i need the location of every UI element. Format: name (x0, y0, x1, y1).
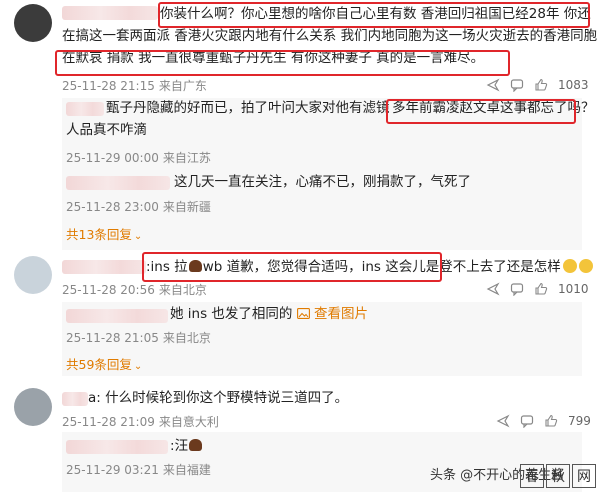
expand-label: 共13条回复 (66, 227, 132, 242)
highlight-box (55, 50, 510, 76)
sweat-face-emoji-icon (578, 259, 593, 273)
avatar[interactable] (14, 388, 52, 426)
reply-location: 来自新疆 (162, 200, 211, 214)
username-redacted[interactable] (66, 440, 168, 454)
comment-meta: 25-11-28 20:56 来自北京 (62, 282, 207, 298)
comment-icon[interactable] (510, 282, 524, 296)
action-bar: 1010 (486, 282, 589, 296)
share-icon[interactable] (486, 78, 500, 92)
username-redacted[interactable] (66, 102, 104, 116)
comment-meta: 25-11-28 21:15 来自广东 (62, 78, 207, 94)
username-redacted[interactable] (62, 260, 146, 274)
username-redacted[interactable] (62, 392, 88, 406)
sweat-face-emoji-icon (562, 259, 577, 273)
comment-meta: 25-11-28 21:09 来自意大利 (62, 414, 219, 430)
reply-text-part: 汪 (174, 438, 189, 454)
reply-meta: 25-11-29 03:21 来自福建 (66, 462, 211, 478)
reply-location: 来自江苏 (162, 151, 211, 165)
reply-meta: 25-11-28 21:05 来自北京 (66, 330, 211, 346)
username-redacted[interactable] (66, 176, 170, 190)
reply-meta: 25-11-28 23:00 来自新疆 (66, 199, 211, 215)
comment-time: 25-11-28 21:09 (62, 415, 155, 429)
comment-location: 来自北京 (158, 283, 207, 297)
avatar[interactable] (14, 4, 52, 42)
username-redacted[interactable] (66, 309, 168, 323)
username-redacted[interactable] (62, 6, 158, 20)
comment-text: 在搞这一套两面派 香港火灾跟内地有什么关系 我们内地同胞为这一场火灾逝去的香港同… (62, 28, 600, 44)
thumbs-up-icon[interactable] (534, 282, 548, 296)
like-count: 1083 (558, 78, 589, 92)
expand-replies-link[interactable]: 共59条回复 ⌄ (66, 354, 142, 373)
reply-location: 来自北京 (162, 331, 211, 345)
comment-icon[interactable] (520, 414, 534, 428)
expand-replies-link[interactable]: 共13条回复 ⌄ (66, 224, 142, 243)
share-icon[interactable] (486, 282, 500, 296)
reply-text: 人品真不咋滴 (66, 122, 147, 138)
watermark-logo: 网 (572, 464, 596, 488)
image-icon (296, 308, 310, 319)
watermark-logo: 春 (520, 464, 544, 488)
comment-text: a: 什么时候轮到你这个野模特说三道四了。 (88, 390, 349, 406)
action-bar: 799 (496, 414, 591, 428)
view-image-link[interactable]: 查看图片 (296, 306, 369, 322)
poop-emoji-icon (189, 439, 203, 451)
reply-location: 来自福建 (162, 463, 211, 477)
highlight-box (142, 252, 442, 282)
comment-icon[interactable] (510, 78, 524, 92)
thumbs-up-icon[interactable] (544, 414, 558, 428)
comment-location: 来自意大利 (158, 415, 219, 429)
reply-text: 她 ins 也发了相同的 查看图片 (170, 304, 368, 324)
reply-time: 25-11-29 00:00 (66, 151, 159, 165)
reply-time: 25-11-29 03:21 (66, 463, 159, 477)
reply-text: :汪 (170, 436, 203, 456)
thumbs-up-icon[interactable] (534, 78, 548, 92)
highlight-box (158, 2, 590, 28)
action-bar: 1083 (486, 78, 589, 92)
comment-time: 25-11-28 21:15 (62, 79, 155, 93)
like-count: 1010 (558, 282, 589, 296)
like-count: 799 (568, 414, 591, 428)
chevron-down-icon: ⌄ (133, 361, 143, 372)
watermark-logo: 秋 (546, 464, 570, 488)
chevron-down-icon: ⌄ (133, 231, 143, 242)
reply-text-part: 她 ins 也发了相同的 (170, 306, 293, 322)
reply-meta: 25-11-29 00:00 来自江苏 (66, 150, 211, 166)
reply-text: 这几天一直在关注，心痛不已，刚捐款了，气死了 (174, 174, 471, 190)
avatar[interactable] (14, 256, 52, 294)
expand-label: 共59条回复 (66, 357, 132, 372)
share-icon[interactable] (496, 414, 510, 428)
watermark-text: 头条 @不开心的花生酱 (430, 468, 565, 483)
comment-time: 25-11-28 20:56 (62, 283, 155, 297)
reply-text: 甄子丹隐藏的好而已，拍了叶问大家对他有滤镜 (106, 100, 390, 116)
comment-location: 来自广东 (158, 79, 207, 93)
highlight-box (386, 99, 576, 124)
reply-time: 25-11-28 23:00 (66, 200, 159, 214)
view-image-label: 查看图片 (314, 306, 369, 322)
reply-time: 25-11-28 21:05 (66, 331, 159, 345)
